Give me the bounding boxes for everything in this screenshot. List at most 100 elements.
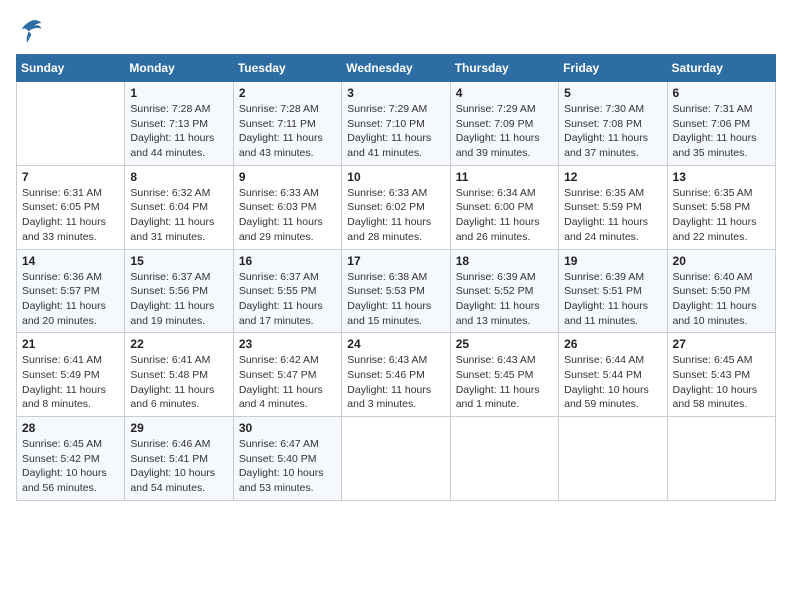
calendar-cell: 19 Sunrise: 6:39 AM Sunset: 5:51 PM Dayli…	[559, 249, 667, 333]
day-number: 21	[22, 337, 119, 351]
calendar-cell: 2Sunrise: 7:28 AM Sunset: 7:11 PM Daylig…	[233, 82, 341, 166]
calendar-cell: 7 Sunrise: 6:31 AM Sunset: 6:05 PM Daylig…	[17, 165, 125, 249]
day-info: Sunrise: 7:29 AM Sunset: 7:10 PM Dayligh…	[347, 102, 444, 161]
logo	[16, 16, 48, 44]
calendar-cell: 24 Sunrise: 6:43 AM Sunset: 5:46 PM Dayli…	[342, 333, 450, 417]
day-info: Sunrise: 6:42 AM Sunset: 5:47 PM Dayligh…	[239, 353, 336, 412]
calendar-week-row: 1 Sunrise: 7:28 AM Sunset: 7:13 PM Daylig…	[17, 82, 776, 166]
day-number: 29	[130, 421, 227, 435]
day-info: Sunrise: 6:43 AM Sunset: 5:46 PM Dayligh…	[347, 353, 444, 412]
day-info: Sunrise: 6:32 AM Sunset: 6:04 PM Dayligh…	[130, 186, 227, 245]
day-number: 4	[456, 86, 553, 100]
day-number: 25	[456, 337, 553, 351]
calendar-cell: 18 Sunrise: 6:39 AM Sunset: 5:52 PM Dayli…	[450, 249, 558, 333]
calendar-cell: 22 Sunrise: 6:41 AM Sunset: 5:48 PM Dayli…	[125, 333, 233, 417]
day-number: 23	[239, 337, 336, 351]
day-of-week-header: Tuesday	[233, 55, 341, 82]
day-info: Sunrise: 6:35 AM Sunset: 5:59 PM Dayligh…	[564, 186, 661, 245]
calendar-week-row: 7 Sunrise: 6:31 AM Sunset: 6:05 PM Daylig…	[17, 165, 776, 249]
day-info: Sunrise: 6:39 AM Sunset: 5:52 PM Dayligh…	[456, 270, 553, 329]
day-info: Sunrise: 6:33 AM Sunset: 6:03 PM Dayligh…	[239, 186, 336, 245]
day-number: 10	[347, 170, 444, 184]
day-info: Sunrise: 6:34 AM Sunset: 6:00 PM Dayligh…	[456, 186, 553, 245]
day-info: Sunrise: 7:31 AM Sunset: 7:06 PM Dayligh…	[673, 102, 770, 161]
day-number: 5	[564, 86, 661, 100]
day-number: 15	[130, 254, 227, 268]
calendar-cell: 8 Sunrise: 6:32 AM Sunset: 6:04 PM Daylig…	[125, 165, 233, 249]
calendar-cell: 21 Sunrise: 6:41 AM Sunset: 5:49 PM Dayli…	[17, 333, 125, 417]
calendar-cell: 20 Sunrise: 6:40 AM Sunset: 5:50 PM Dayli…	[667, 249, 775, 333]
calendar-cell: 5Sunrise: 7:30 AM Sunset: 7:08 PM Daylig…	[559, 82, 667, 166]
day-info: Sunrise: 6:45 AM Sunset: 5:42 PM Dayligh…	[22, 437, 119, 496]
calendar-cell: 17Sunrise: 6:38 AM Sunset: 5:53 PM Dayli…	[342, 249, 450, 333]
day-number: 1	[130, 86, 227, 100]
calendar-cell: 9 Sunrise: 6:33 AM Sunset: 6:03 PM Daylig…	[233, 165, 341, 249]
day-info: Sunrise: 6:44 AM Sunset: 5:44 PM Dayligh…	[564, 353, 661, 412]
day-number: 22	[130, 337, 227, 351]
day-info: Sunrise: 6:47 AM Sunset: 5:40 PM Dayligh…	[239, 437, 336, 496]
day-info: Sunrise: 6:36 AM Sunset: 5:57 PM Dayligh…	[22, 270, 119, 329]
calendar-cell: 16 Sunrise: 6:37 AM Sunset: 5:55 PM Dayli…	[233, 249, 341, 333]
day-info: Sunrise: 6:37 AM Sunset: 5:56 PM Dayligh…	[130, 270, 227, 329]
day-number: 19	[564, 254, 661, 268]
day-info: Sunrise: 6:31 AM Sunset: 6:05 PM Dayligh…	[22, 186, 119, 245]
day-number: 3	[347, 86, 444, 100]
page-header	[16, 16, 776, 44]
calendar-cell: 11 Sunrise: 6:34 AM Sunset: 6:00 PM Dayli…	[450, 165, 558, 249]
day-number: 16	[239, 254, 336, 268]
day-of-week-header: Monday	[125, 55, 233, 82]
day-number: 26	[564, 337, 661, 351]
calendar-week-row: 21 Sunrise: 6:41 AM Sunset: 5:49 PM Dayli…	[17, 333, 776, 417]
calendar-body: 1 Sunrise: 7:28 AM Sunset: 7:13 PM Daylig…	[17, 82, 776, 501]
calendar-cell	[559, 417, 667, 501]
day-info: Sunrise: 6:33 AM Sunset: 6:02 PM Dayligh…	[347, 186, 444, 245]
day-number: 12	[564, 170, 661, 184]
calendar-cell: 3 Sunrise: 7:29 AM Sunset: 7:10 PM Daylig…	[342, 82, 450, 166]
day-of-week-header: Wednesday	[342, 55, 450, 82]
day-number: 6	[673, 86, 770, 100]
day-info: Sunrise: 6:45 AM Sunset: 5:43 PM Dayligh…	[673, 353, 770, 412]
day-number: 20	[673, 254, 770, 268]
calendar-cell: 23 Sunrise: 6:42 AM Sunset: 5:47 PM Dayli…	[233, 333, 341, 417]
calendar-cell: 6 Sunrise: 7:31 AM Sunset: 7:06 PM Daylig…	[667, 82, 775, 166]
day-number: 27	[673, 337, 770, 351]
calendar-cell: 12 Sunrise: 6:35 AM Sunset: 5:59 PM Dayli…	[559, 165, 667, 249]
calendar-cell: 10 Sunrise: 6:33 AM Sunset: 6:02 PM Dayli…	[342, 165, 450, 249]
day-of-week-header: Sunday	[17, 55, 125, 82]
header-row: SundayMondayTuesdayWednesdayThursdayFrid…	[17, 55, 776, 82]
calendar-cell: 26 Sunrise: 6:44 AM Sunset: 5:44 PM Dayli…	[559, 333, 667, 417]
day-number: 8	[130, 170, 227, 184]
day-info: Sunrise: 6:43 AM Sunset: 5:45 PM Dayligh…	[456, 353, 553, 412]
calendar-cell: 13 Sunrise: 6:35 AM Sunset: 5:58 PM Dayli…	[667, 165, 775, 249]
calendar-week-row: 28 Sunrise: 6:45 AM Sunset: 5:42 PM Dayli…	[17, 417, 776, 501]
calendar-cell: 29 Sunrise: 6:46 AM Sunset: 5:41 PM Dayli…	[125, 417, 233, 501]
calendar-cell: 25 Sunrise: 6:43 AM Sunset: 5:45 PM Dayli…	[450, 333, 558, 417]
day-number: 24	[347, 337, 444, 351]
day-number: 11	[456, 170, 553, 184]
day-number: 2	[239, 86, 336, 100]
day-of-week-header: Friday	[559, 55, 667, 82]
calendar-table: SundayMondayTuesdayWednesdayThursdayFrid…	[16, 54, 776, 501]
day-info: Sunrise: 6:39 AM Sunset: 5:51 PM Dayligh…	[564, 270, 661, 329]
day-info: Sunrise: 6:35 AM Sunset: 5:58 PM Dayligh…	[673, 186, 770, 245]
calendar-cell	[667, 417, 775, 501]
day-info: Sunrise: 6:41 AM Sunset: 5:49 PM Dayligh…	[22, 353, 119, 412]
day-number: 18	[456, 254, 553, 268]
day-of-week-header: Thursday	[450, 55, 558, 82]
day-info: Sunrise: 6:37 AM Sunset: 5:55 PM Dayligh…	[239, 270, 336, 329]
day-info: Sunrise: 7:28 AM Sunset: 7:13 PM Dayligh…	[130, 102, 227, 161]
day-number: 13	[673, 170, 770, 184]
day-info: Sunrise: 6:46 AM Sunset: 5:41 PM Dayligh…	[130, 437, 227, 496]
day-info: Sunrise: 6:40 AM Sunset: 5:50 PM Dayligh…	[673, 270, 770, 329]
day-number: 30	[239, 421, 336, 435]
day-info: Sunrise: 7:29 AM Sunset: 7:09 PM Dayligh…	[456, 102, 553, 161]
day-number: 9	[239, 170, 336, 184]
day-of-week-header: Saturday	[667, 55, 775, 82]
calendar-cell: 14Sunrise: 6:36 AM Sunset: 5:57 PM Dayli…	[17, 249, 125, 333]
calendar-cell: 4 Sunrise: 7:29 AM Sunset: 7:09 PM Daylig…	[450, 82, 558, 166]
day-number: 28	[22, 421, 119, 435]
day-info: Sunrise: 6:38 AM Sunset: 5:53 PM Dayligh…	[347, 270, 444, 329]
day-number: 7	[22, 170, 119, 184]
calendar-header: SundayMondayTuesdayWednesdayThursdayFrid…	[17, 55, 776, 82]
day-info: Sunrise: 6:41 AM Sunset: 5:48 PM Dayligh…	[130, 353, 227, 412]
